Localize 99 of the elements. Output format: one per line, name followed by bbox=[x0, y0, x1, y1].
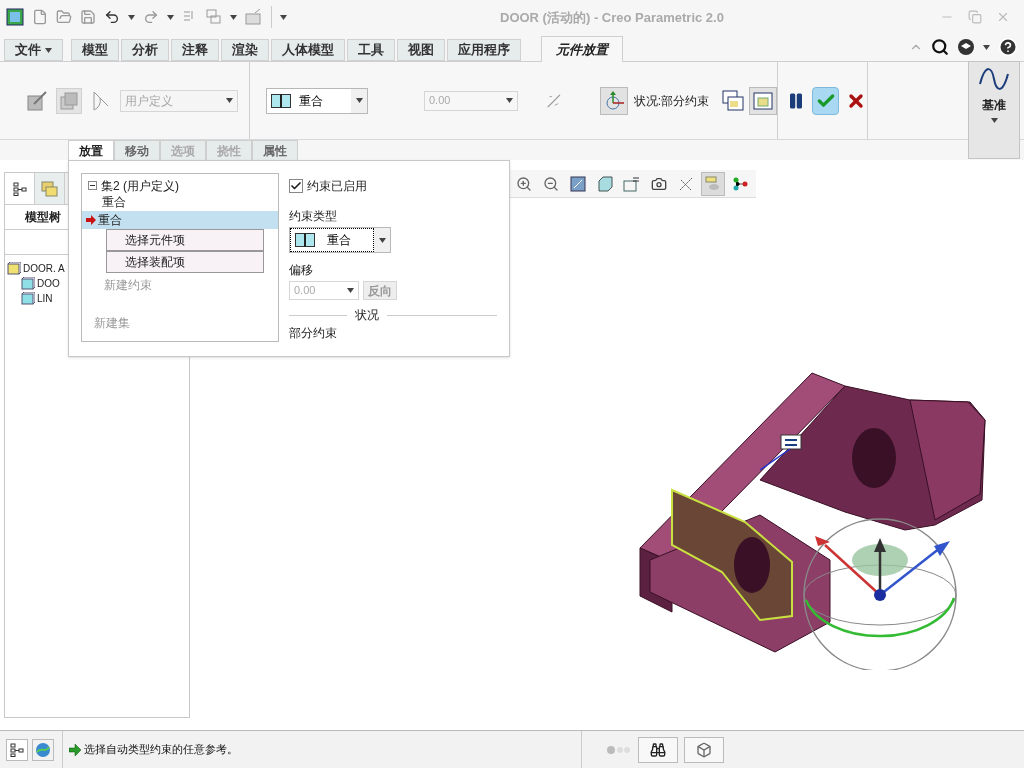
file-menu-tab[interactable]: 文件 bbox=[4, 39, 63, 61]
tree-icon bbox=[12, 181, 27, 196]
ribbon-tab[interactable]: 工具 bbox=[347, 39, 395, 61]
customize-caret-icon bbox=[280, 14, 287, 20]
constraint-row[interactable]: 重合 bbox=[82, 193, 278, 211]
windows-icon[interactable] bbox=[206, 9, 222, 25]
part-icon bbox=[21, 292, 35, 305]
reference-selector[interactable]: 选择元件项 bbox=[106, 229, 264, 251]
ribbon-tab[interactable]: 模型 bbox=[71, 39, 119, 61]
browser-toggle-button[interactable] bbox=[32, 738, 54, 761]
datum-axes-icon bbox=[678, 175, 694, 192]
caret-icon bbox=[45, 47, 52, 53]
undo-icon[interactable] bbox=[104, 9, 120, 25]
close-window-icon[interactable] bbox=[245, 9, 263, 25]
tree-item-label[interactable]: LIN bbox=[37, 291, 53, 306]
check-icon bbox=[290, 180, 302, 192]
checkbox[interactable] bbox=[289, 179, 303, 193]
constraint-row[interactable]: 重合 bbox=[82, 211, 278, 229]
zoom-out-icon bbox=[543, 175, 559, 192]
dropdown-caret-icon bbox=[226, 98, 233, 103]
status-text: 状况:部分约束 bbox=[633, 92, 709, 110]
panel-tab[interactable]: 放置 bbox=[68, 140, 114, 161]
dropdown-caret-icon bbox=[347, 288, 354, 293]
layers-icon bbox=[60, 91, 78, 110]
coincident-icon bbox=[271, 93, 291, 108]
field-label: 偏移 bbox=[289, 262, 314, 279]
ribbon-tab[interactable]: 渲染 bbox=[221, 39, 269, 61]
nodes-icon bbox=[732, 175, 748, 192]
close-icon[interactable] bbox=[996, 10, 1010, 24]
dropdown-caret-icon bbox=[378, 237, 386, 243]
tree-item-label[interactable]: DOOR. A bbox=[23, 261, 65, 276]
selection-filter-button[interactable] bbox=[684, 736, 724, 763]
navigator-tab[interactable] bbox=[5, 173, 35, 204]
save-icon[interactable] bbox=[80, 9, 96, 25]
confirm-button[interactable] bbox=[811, 86, 840, 115]
restore-icon[interactable] bbox=[968, 10, 982, 24]
camera-icon bbox=[651, 175, 667, 192]
dropdown-caret-icon bbox=[355, 98, 363, 103]
part-icon bbox=[21, 277, 35, 290]
arrow-icon bbox=[86, 215, 96, 225]
dropdown-caret-icon bbox=[506, 98, 513, 103]
panel-tab[interactable]: 属性 bbox=[252, 140, 298, 161]
panel-title: 模型树 bbox=[25, 209, 61, 226]
sine-wave-icon bbox=[978, 66, 1010, 92]
progress-dots-icon bbox=[606, 744, 632, 755]
spin-center-icon bbox=[705, 175, 721, 192]
ribbon-tab[interactable]: 分析 bbox=[121, 39, 169, 61]
caret-icon bbox=[128, 14, 135, 20]
cube-icon bbox=[597, 175, 613, 192]
tree-icon bbox=[10, 742, 24, 757]
flip-icon[interactable] bbox=[546, 91, 562, 110]
folders-icon bbox=[40, 179, 59, 198]
redo-icon[interactable] bbox=[143, 9, 159, 25]
constraint-type-dropdown[interactable]: 重合 bbox=[289, 227, 391, 253]
community-icon[interactable] bbox=[957, 38, 975, 56]
dragger-toggle-button[interactable] bbox=[599, 86, 628, 115]
panel-tab[interactable]: 移动 bbox=[114, 140, 160, 161]
globe-icon bbox=[35, 741, 51, 758]
ribbon-tab[interactable]: 元件放置 bbox=[541, 36, 623, 62]
binoculars-icon bbox=[650, 741, 666, 758]
separate-window-icon[interactable] bbox=[721, 88, 745, 113]
arrow-icon bbox=[69, 743, 81, 756]
status-message: 选择自动类型约束的任意参考。 bbox=[84, 742, 238, 758]
new-file-icon[interactable] bbox=[32, 9, 48, 25]
status-text: 部分约束 bbox=[289, 325, 338, 342]
datum-button[interactable]: 基准 bbox=[968, 61, 1020, 159]
reference-selector[interactable]: 选择装配项 bbox=[106, 251, 264, 273]
placement-toggle-button[interactable] bbox=[56, 87, 82, 114]
caret-icon bbox=[230, 14, 237, 20]
zoom-in-icon bbox=[516, 175, 532, 192]
section-heading: 状况 bbox=[355, 307, 379, 324]
caret-icon bbox=[167, 14, 174, 20]
window-icon bbox=[753, 91, 773, 110]
navigator-toggle-button[interactable] bbox=[6, 738, 28, 761]
window-title: DOOR (活动的) - Creo Parametric 2.0 bbox=[500, 9, 724, 27]
tree-item-label[interactable]: DOO bbox=[37, 276, 60, 291]
ribbon-tab[interactable]: 视图 bbox=[397, 39, 445, 61]
constraint-type-dropdown[interactable]: 重合 bbox=[266, 87, 368, 114]
caret-icon bbox=[990, 118, 998, 123]
help-icon[interactable] bbox=[998, 37, 1018, 57]
annotation-icon bbox=[623, 175, 641, 192]
find-button[interactable] bbox=[638, 736, 678, 763]
app-icon[interactable] bbox=[6, 8, 24, 26]
refit-icon bbox=[570, 175, 586, 192]
collapse-icon[interactable] bbox=[88, 181, 97, 190]
search-icon[interactable] bbox=[931, 38, 949, 56]
ribbon-tab[interactable]: 应用程序 bbox=[447, 39, 521, 61]
edit-icon[interactable] bbox=[26, 89, 48, 112]
open-icon[interactable] bbox=[56, 9, 72, 25]
checkbox-label: 约束已启用 bbox=[307, 178, 367, 195]
box-icon bbox=[696, 741, 712, 758]
ribbon-tab[interactable]: 注释 bbox=[171, 39, 219, 61]
constraint-set-label[interactable]: 集2 (用户定义) bbox=[101, 176, 179, 195]
coincident-icon bbox=[295, 233, 315, 247]
ribbon-tab[interactable]: 人体模型 bbox=[271, 39, 345, 61]
window-toggle-button[interactable] bbox=[749, 86, 777, 115]
caret-icon bbox=[983, 44, 990, 50]
assembly-icon bbox=[7, 262, 21, 275]
field-label: 约束类型 bbox=[289, 208, 338, 225]
